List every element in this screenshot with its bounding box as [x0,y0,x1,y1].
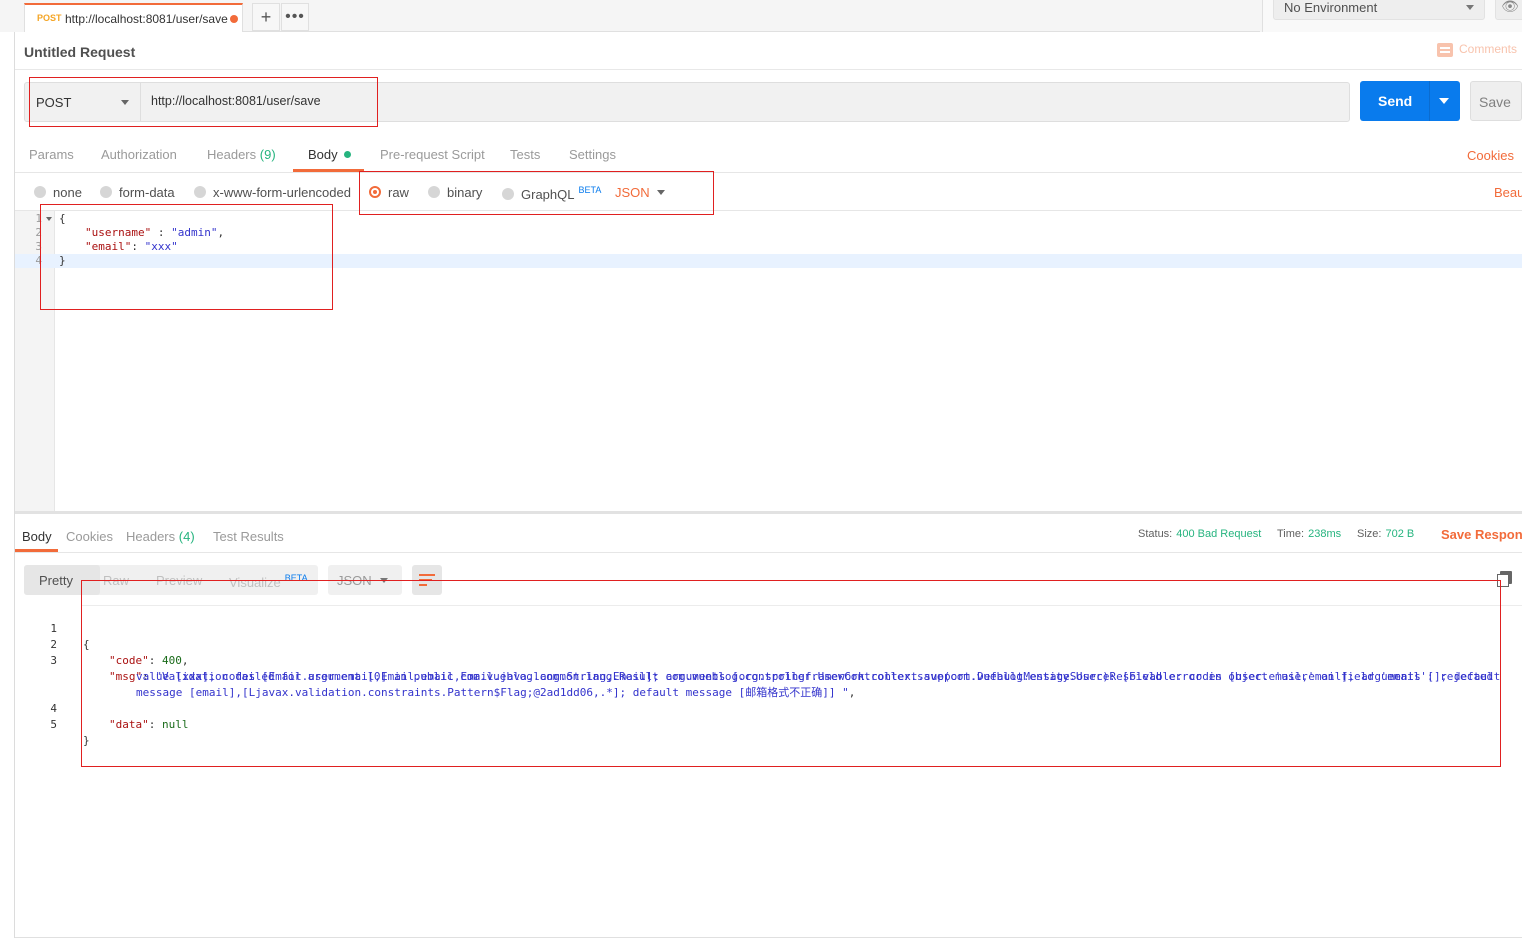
tab-pre-request-label: Pre-request Script [380,147,485,162]
send-button[interactable]: Send [1360,81,1460,121]
line-number: 3 [35,240,42,253]
tab-pre-request-script[interactable]: Pre-request Script [380,147,485,162]
response-line-wrap: value [xxx]; codes [Email.user.email,Ema… [15,653,1500,683]
tab-tests[interactable]: Tests [510,147,540,162]
tabs-divider [15,172,1522,173]
radio-icon [100,186,112,198]
comment-icon [1437,42,1453,57]
environment-select[interactable]: No Environment [1273,0,1485,20]
comments-button[interactable]: Comments [1437,42,1517,57]
radio-form-data-label: form-data [119,185,175,200]
tab-params[interactable]: Params [29,147,74,162]
save-button[interactable]: Save [1470,81,1522,121]
eye-icon: 👁 [1501,0,1519,14]
response-tab-headers-label: Headers [126,529,176,544]
status-label: Status: [1138,528,1173,540]
response-line: 4 "data": null [15,685,188,731]
time-readout: Time: 238ms [1277,528,1341,540]
beautify-link[interactable]: Beau [1494,185,1522,200]
tab-body[interactable]: Body [308,147,351,162]
more-tabs-button[interactable]: ••• [281,3,309,31]
status-bar-divider [15,937,1522,938]
tab-authorization[interactable]: Authorization [101,147,177,162]
response-tab-headers[interactable]: Headers (4) [126,529,195,544]
size-value: 702 B [1385,528,1415,540]
postman-window: POST http://localhost:8081/user/save + •… [0,0,1522,942]
response-tabs-divider [15,552,1522,553]
comments-label: Comments [1459,42,1518,56]
line-number: 1 [35,212,42,225]
annotation-box-request-body [40,204,333,310]
line-number: 4 [35,254,42,267]
request-tab-method: POST [37,13,62,23]
annotation-box-response [81,580,1501,767]
radio-none[interactable]: none [34,185,82,200]
time-value: 238ms [1308,528,1342,540]
radio-icon [34,186,46,198]
annotation-box-body-type [359,171,714,215]
response-tab-body[interactable]: Body [22,529,52,544]
save-response-button[interactable]: Save Response [1441,527,1522,542]
response-line: 5 } [15,701,89,747]
tab-authorization-label: Authorization [101,147,177,162]
status-value: 400 Bad Request [1176,528,1262,540]
tab-params-label: Params [29,147,74,162]
body-indicator-dot-icon [343,151,351,158]
response-line-wrap: message [email],[Ljavax.validation.const… [15,669,855,699]
tab-tests-label: Tests [510,147,541,162]
tab-settings-label: Settings [569,147,616,162]
wrap-lines-icon [419,574,435,576]
response-tab-test-results[interactable]: Test Results [213,529,284,544]
request-tab[interactable]: POST http://localhost:8081/user/save [24,3,243,32]
tab-settings[interactable]: Settings [569,147,616,162]
chevron-down-icon [1466,5,1474,10]
tab-headers-count: (9) [259,147,276,162]
response-tab-cookies[interactable]: Cookies [66,529,113,544]
tab-strip-divider [242,31,1260,32]
cookies-link[interactable]: Cookies [1467,148,1514,163]
line-number: 5 [50,718,57,731]
view-pretty-button[interactable]: Pretty [39,573,73,588]
copy-icon[interactable] [1497,571,1512,587]
request-tab-url: http://localhost:8081/user/save [65,12,228,26]
response-line: 1 { [15,605,89,651]
send-options-chevron-icon[interactable] [1439,98,1449,104]
annotation-box-url [29,77,378,127]
save-label: Save [1479,94,1511,110]
tab-headers[interactable]: Headers (9) [207,147,276,162]
environment-bar: No Environment 👁 [1262,0,1522,32]
request-tabs: Params Authorization Headers (9) Body Pr… [14,142,1522,173]
radio-urlencoded-label: x-www-form-urlencoded [213,185,351,200]
radio-icon [194,186,206,198]
radio-urlencoded[interactable]: x-www-form-urlencoded [194,185,351,200]
send-divider [1429,81,1430,121]
response-tab-headers-count: (4) [178,529,195,544]
tab-headers-label: Headers [207,147,257,162]
response-line: 3 "msg": "Validation failed for argument… [15,637,1493,683]
tab-body-label: Body [308,147,338,162]
environment-selected: No Environment [1284,0,1378,15]
response-line: 2 "code": 400, [15,621,188,667]
header-divider [15,69,1522,70]
send-label: Send [1378,93,1413,109]
radio-form-data[interactable]: form-data [100,185,175,200]
size-readout: Size: 702 B [1357,528,1414,540]
request-title[interactable]: Untitled Request [24,44,135,60]
new-tab-button[interactable]: + [252,3,280,31]
time-label: Time: [1277,528,1305,540]
editor-resize-handle[interactable] [15,511,1522,514]
status-readout: Status: 400 Bad Request [1138,528,1261,540]
size-label: Size: [1357,528,1382,540]
unsaved-dot-icon [230,15,238,23]
line-number: 2 [35,226,42,239]
environment-quick-look-button[interactable]: 👁 [1495,0,1522,20]
radio-none-label: none [53,185,82,200]
